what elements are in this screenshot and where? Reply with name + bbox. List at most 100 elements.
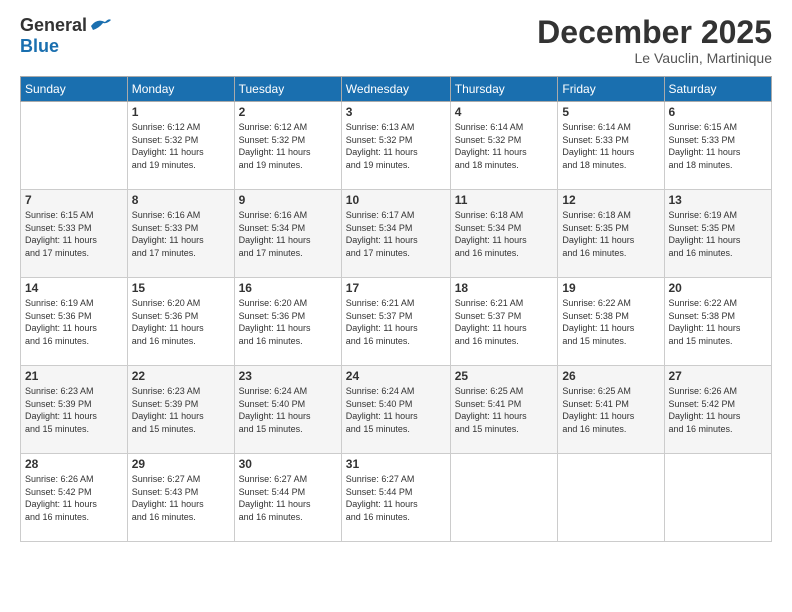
calendar-cell: 11 Sunrise: 6:18 AM Sunset: 5:34 PM Dayli… bbox=[450, 190, 558, 278]
calendar-cell: 28 Sunrise: 6:26 AM Sunset: 5:42 PM Dayli… bbox=[21, 454, 128, 542]
calendar-cell: 30Sunrise: 6:27 AM Sunset: 5:44 PM Dayli… bbox=[234, 454, 341, 542]
calendar-cell: 21 Sunrise: 6:23 AM Sunset: 5:39 PM Dayli… bbox=[21, 366, 128, 454]
calendar-cell: 9 Sunrise: 6:16 AM Sunset: 5:34 PM Daylig… bbox=[234, 190, 341, 278]
calendar-week-2: 7 Sunrise: 6:15 AM Sunset: 5:33 PM Daylig… bbox=[21, 190, 772, 278]
day-info: Sunrise: 6:27 AM Sunset: 5:44 PM Dayligh… bbox=[346, 473, 446, 523]
calendar-cell: 7 Sunrise: 6:15 AM Sunset: 5:33 PM Daylig… bbox=[21, 190, 128, 278]
location: Le Vauclin, Martinique bbox=[537, 50, 772, 66]
day-info: Sunrise: 6:13 AM Sunset: 5:32 PM Dayligh… bbox=[346, 121, 446, 171]
day-info: Sunrise: 6:24 AM Sunset: 5:40 PM Dayligh… bbox=[346, 385, 446, 435]
day-number: 17 bbox=[346, 281, 446, 295]
calendar-cell: 24Sunrise: 6:24 AM Sunset: 5:40 PM Dayli… bbox=[341, 366, 450, 454]
day-number: 29 bbox=[132, 457, 230, 471]
calendar-cell: 13 Sunrise: 6:19 AM Sunset: 5:35 PM Dayli… bbox=[664, 190, 772, 278]
day-info: Sunrise: 6:17 AM Sunset: 5:34 PM Dayligh… bbox=[346, 209, 446, 259]
day-number: 28 bbox=[25, 457, 123, 471]
day-number: 31 bbox=[346, 457, 446, 471]
calendar-week-3: 14 Sunrise: 6:19 AM Sunset: 5:36 PM Dayli… bbox=[21, 278, 772, 366]
calendar-cell: 19 Sunrise: 6:22 AM Sunset: 5:38 PM Dayli… bbox=[558, 278, 664, 366]
calendar-cell: 16 Sunrise: 6:20 AM Sunset: 5:36 PM Dayli… bbox=[234, 278, 341, 366]
header: General Blue December 2025 Le Vauclin, M… bbox=[20, 15, 772, 66]
day-info: Sunrise: 6:20 AM Sunset: 5:36 PM Dayligh… bbox=[239, 297, 337, 347]
calendar-week-4: 21 Sunrise: 6:23 AM Sunset: 5:39 PM Dayli… bbox=[21, 366, 772, 454]
day-info: Sunrise: 6:22 AM Sunset: 5:38 PM Dayligh… bbox=[669, 297, 768, 347]
calendar-cell: 10 Sunrise: 6:17 AM Sunset: 5:34 PM Dayli… bbox=[341, 190, 450, 278]
logo-general: General bbox=[20, 15, 87, 36]
day-number: 5 bbox=[562, 105, 659, 119]
day-number: 25 bbox=[455, 369, 554, 383]
day-info: Sunrise: 6:12 AM Sunset: 5:32 PM Dayligh… bbox=[132, 121, 230, 171]
calendar-cell: 22Sunrise: 6:23 AM Sunset: 5:39 PM Dayli… bbox=[127, 366, 234, 454]
col-saturday: Saturday bbox=[664, 77, 772, 102]
day-info: Sunrise: 6:23 AM Sunset: 5:39 PM Dayligh… bbox=[25, 385, 123, 435]
month-title: December 2025 bbox=[537, 15, 772, 50]
day-info: Sunrise: 6:18 AM Sunset: 5:35 PM Dayligh… bbox=[562, 209, 659, 259]
day-info: Sunrise: 6:15 AM Sunset: 5:33 PM Dayligh… bbox=[25, 209, 123, 259]
day-info: Sunrise: 6:19 AM Sunset: 5:35 PM Dayligh… bbox=[669, 209, 768, 259]
day-info: Sunrise: 6:19 AM Sunset: 5:36 PM Dayligh… bbox=[25, 297, 123, 347]
calendar: Sunday Monday Tuesday Wednesday Thursday… bbox=[20, 76, 772, 542]
day-number: 23 bbox=[239, 369, 337, 383]
day-number: 15 bbox=[132, 281, 230, 295]
calendar-cell: 8 Sunrise: 6:16 AM Sunset: 5:33 PM Daylig… bbox=[127, 190, 234, 278]
day-info: Sunrise: 6:22 AM Sunset: 5:38 PM Dayligh… bbox=[562, 297, 659, 347]
calendar-cell: 3 Sunrise: 6:13 AM Sunset: 5:32 PM Daylig… bbox=[341, 102, 450, 190]
day-number: 12 bbox=[562, 193, 659, 207]
calendar-week-5: 28 Sunrise: 6:26 AM Sunset: 5:42 PM Dayli… bbox=[21, 454, 772, 542]
calendar-cell: 4 Sunrise: 6:14 AM Sunset: 5:32 PM Daylig… bbox=[450, 102, 558, 190]
day-info: Sunrise: 6:26 AM Sunset: 5:42 PM Dayligh… bbox=[25, 473, 123, 523]
calendar-cell: 29 Sunrise: 6:27 AM Sunset: 5:43 PM Dayli… bbox=[127, 454, 234, 542]
day-number: 4 bbox=[455, 105, 554, 119]
day-info: Sunrise: 6:25 AM Sunset: 5:41 PM Dayligh… bbox=[562, 385, 659, 435]
day-number: 16 bbox=[239, 281, 337, 295]
day-info: Sunrise: 6:14 AM Sunset: 5:32 PM Dayligh… bbox=[455, 121, 554, 171]
page: General Blue December 2025 Le Vauclin, M… bbox=[0, 0, 792, 612]
day-info: Sunrise: 6:24 AM Sunset: 5:40 PM Dayligh… bbox=[239, 385, 337, 435]
day-number: 3 bbox=[346, 105, 446, 119]
calendar-cell: 2 Sunrise: 6:12 AM Sunset: 5:32 PM Daylig… bbox=[234, 102, 341, 190]
day-number: 2 bbox=[239, 105, 337, 119]
day-info: Sunrise: 6:15 AM Sunset: 5:33 PM Dayligh… bbox=[669, 121, 768, 171]
day-info: Sunrise: 6:25 AM Sunset: 5:41 PM Dayligh… bbox=[455, 385, 554, 435]
day-number: 9 bbox=[239, 193, 337, 207]
day-info: Sunrise: 6:12 AM Sunset: 5:32 PM Dayligh… bbox=[239, 121, 337, 171]
day-info: Sunrise: 6:23 AM Sunset: 5:39 PM Dayligh… bbox=[132, 385, 230, 435]
calendar-cell: 25 Sunrise: 6:25 AM Sunset: 5:41 PM Dayli… bbox=[450, 366, 558, 454]
col-wednesday: Wednesday bbox=[341, 77, 450, 102]
day-number: 14 bbox=[25, 281, 123, 295]
day-number: 10 bbox=[346, 193, 446, 207]
logo-bird-icon bbox=[89, 16, 113, 36]
day-info: Sunrise: 6:16 AM Sunset: 5:33 PM Dayligh… bbox=[132, 209, 230, 259]
calendar-cell: 5 Sunrise: 6:14 AM Sunset: 5:33 PM Daylig… bbox=[558, 102, 664, 190]
calendar-header-row: Sunday Monday Tuesday Wednesday Thursday… bbox=[21, 77, 772, 102]
col-monday: Monday bbox=[127, 77, 234, 102]
col-sunday: Sunday bbox=[21, 77, 128, 102]
calendar-cell: 17 Sunrise: 6:21 AM Sunset: 5:37 PM Dayli… bbox=[341, 278, 450, 366]
day-number: 11 bbox=[455, 193, 554, 207]
col-tuesday: Tuesday bbox=[234, 77, 341, 102]
day-info: Sunrise: 6:21 AM Sunset: 5:37 PM Dayligh… bbox=[346, 297, 446, 347]
day-info: Sunrise: 6:21 AM Sunset: 5:37 PM Dayligh… bbox=[455, 297, 554, 347]
day-number: 13 bbox=[669, 193, 768, 207]
day-number: 26 bbox=[562, 369, 659, 383]
calendar-cell: 26 Sunrise: 6:25 AM Sunset: 5:41 PM Dayli… bbox=[558, 366, 664, 454]
day-number: 7 bbox=[25, 193, 123, 207]
calendar-cell: 6Sunrise: 6:15 AM Sunset: 5:33 PM Daylig… bbox=[664, 102, 772, 190]
day-number: 18 bbox=[455, 281, 554, 295]
day-info: Sunrise: 6:20 AM Sunset: 5:36 PM Dayligh… bbox=[132, 297, 230, 347]
day-info: Sunrise: 6:14 AM Sunset: 5:33 PM Dayligh… bbox=[562, 121, 659, 171]
day-number: 1 bbox=[132, 105, 230, 119]
day-number: 19 bbox=[562, 281, 659, 295]
day-number: 8 bbox=[132, 193, 230, 207]
day-number: 21 bbox=[25, 369, 123, 383]
day-info: Sunrise: 6:16 AM Sunset: 5:34 PM Dayligh… bbox=[239, 209, 337, 259]
calendar-cell: 15 Sunrise: 6:20 AM Sunset: 5:36 PM Dayli… bbox=[127, 278, 234, 366]
day-info: Sunrise: 6:18 AM Sunset: 5:34 PM Dayligh… bbox=[455, 209, 554, 259]
day-number: 30 bbox=[239, 457, 337, 471]
calendar-cell bbox=[664, 454, 772, 542]
title-block: December 2025 Le Vauclin, Martinique bbox=[537, 15, 772, 66]
day-info: Sunrise: 6:26 AM Sunset: 5:42 PM Dayligh… bbox=[669, 385, 768, 435]
col-friday: Friday bbox=[558, 77, 664, 102]
calendar-cell: 27Sunrise: 6:26 AM Sunset: 5:42 PM Dayli… bbox=[664, 366, 772, 454]
day-info: Sunrise: 6:27 AM Sunset: 5:43 PM Dayligh… bbox=[132, 473, 230, 523]
